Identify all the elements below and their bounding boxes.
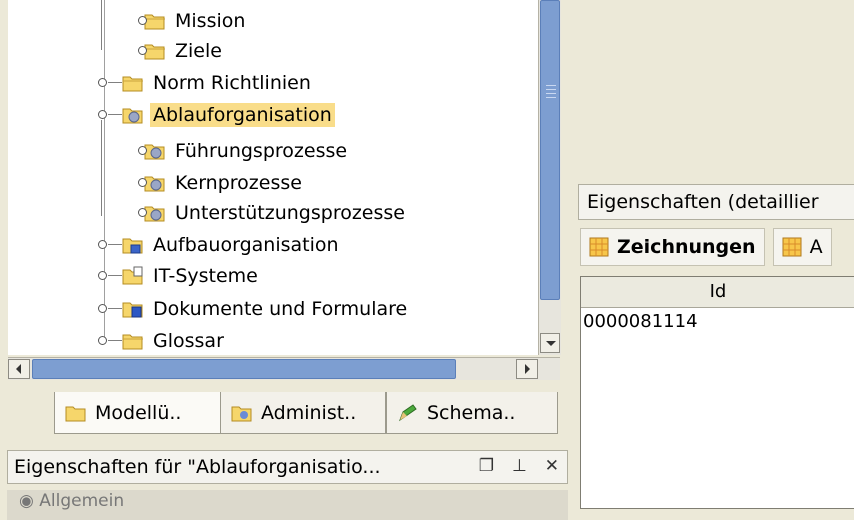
- tree-node-glossar[interactable]: Glossar: [98, 326, 227, 355]
- tree-node-norm-richtlinien[interactable]: Norm Richtlinien: [98, 68, 314, 98]
- tree-node-label: Dokumente und Formulare: [153, 298, 408, 320]
- drawings-table: Id 0000081114: [580, 276, 854, 509]
- grip-line: [546, 93, 556, 94]
- radio-icon: ◉: [19, 491, 40, 511]
- tree-node-ablauforganisation[interactable]: Ablauforganisation: [98, 100, 335, 130]
- scroll-left-button[interactable]: [8, 359, 30, 379]
- horizontal-scroll-thumb[interactable]: [32, 359, 456, 379]
- tree-line: [101, 120, 102, 216]
- expand-icon[interactable]: [138, 178, 147, 187]
- grip-line: [546, 85, 556, 86]
- doc-folder-icon: [122, 302, 143, 318]
- toolbar: Zeichnungen A: [580, 228, 832, 268]
- tree-line: [101, 0, 102, 50]
- expand-icon[interactable]: [138, 208, 147, 217]
- admin-folder-icon: [231, 406, 252, 421]
- tree-node-label: Mission: [175, 10, 246, 32]
- tree-horizontal-scrollbar[interactable]: [8, 357, 560, 380]
- grip-line: [546, 97, 556, 98]
- tree-line: [108, 244, 122, 245]
- chevron-left-icon: [16, 364, 21, 374]
- scroll-right-button[interactable]: [516, 359, 538, 379]
- tree-node-dokumente-und-formulare[interactable]: Dokumente und Formulare: [98, 294, 410, 324]
- expand-icon[interactable]: [98, 240, 107, 249]
- right-panel: Eigenschaften (detaillier Zeichnungen A …: [572, 0, 854, 509]
- folder-icon: [65, 406, 86, 421]
- tab-label: Modellü..: [95, 401, 182, 424]
- model-tree[interactable]: Mission Ziele Norm Richtlinien Ablauforg…: [8, 0, 538, 355]
- folder-icon: [144, 44, 165, 60]
- expand-icon[interactable]: [98, 304, 107, 313]
- tree-line: [108, 340, 122, 341]
- tree-node-label: Kernprozesse: [175, 172, 302, 194]
- tree-node-mission[interactable]: Mission: [138, 6, 248, 36]
- expand-icon[interactable]: [98, 336, 107, 345]
- process-folder-icon: [122, 108, 143, 124]
- editor-area: [572, 0, 854, 180]
- tab-label: Schema..: [427, 401, 516, 424]
- tree-node-ziele[interactable]: Ziele: [138, 36, 225, 66]
- tree-vertical-scrollbar[interactable]: [538, 0, 561, 355]
- tree-node-aufbauorganisation[interactable]: Aufbauorganisation: [98, 230, 342, 260]
- section-label: Allgemein: [39, 491, 125, 511]
- restore-icon[interactable]: ❐: [479, 456, 494, 476]
- folder-icon: [122, 334, 143, 350]
- expand-icon[interactable]: [98, 78, 107, 87]
- second-button-label: A: [809, 236, 823, 258]
- folder-icon: [122, 76, 143, 92]
- drawings-label: Zeichnungen: [617, 236, 756, 258]
- tree-node-label: Ziele: [175, 40, 222, 62]
- tree-node-unterstuetzungsprozesse[interactable]: Unterstützungsprozesse: [138, 198, 408, 228]
- chevron-right-icon: [525, 364, 530, 374]
- tree-node-it-systeme[interactable]: IT-Systeme: [98, 261, 261, 291]
- left-panel: Mission Ziele Norm Richtlinien Ablauforg…: [0, 0, 572, 520]
- tree-node-label: Unterstützungsprozesse: [175, 202, 405, 224]
- tree-node-label-selected: Ablauforganisation: [150, 103, 335, 127]
- tree-node-label: Aufbauorganisation: [153, 234, 339, 256]
- table-icon: [782, 237, 802, 257]
- tree-line: [108, 275, 122, 276]
- it-folder-icon: [122, 266, 143, 285]
- column-header-id[interactable]: Id: [581, 277, 854, 308]
- collapse-icon[interactable]: [98, 110, 107, 119]
- tree-line: [108, 82, 122, 83]
- expand-icon[interactable]: [98, 271, 107, 280]
- pin-icon[interactable]: ⊥: [512, 456, 527, 476]
- drawings-button[interactable]: Zeichnungen: [580, 228, 765, 266]
- tree-line: [108, 114, 122, 115]
- close-icon[interactable]: ✕: [545, 456, 559, 476]
- chevron-down-icon: [546, 341, 556, 346]
- tree-node-label: Norm Richtlinien: [153, 72, 311, 94]
- tab-label: Administ..: [261, 401, 357, 424]
- second-toolbar-button[interactable]: A: [772, 228, 832, 266]
- scroll-down-button[interactable]: [540, 333, 560, 353]
- process-folder-icon: [144, 144, 165, 160]
- section-allgemein[interactable]: ◉ Allgemein: [7, 490, 568, 520]
- tab-administration[interactable]: Administ..: [220, 392, 386, 434]
- properties-title: Eigenschaften für "Ablauforganisatio...: [14, 456, 381, 478]
- process-folder-icon: [144, 206, 165, 222]
- tree-node-fuehrungsprozesse[interactable]: Führungsprozesse: [138, 136, 350, 166]
- detailed-properties-header: Eigenschaften (detaillier: [578, 184, 854, 220]
- expand-icon[interactable]: [138, 16, 147, 25]
- grip-line: [546, 89, 556, 90]
- expand-icon[interactable]: [138, 46, 147, 55]
- tab-schema[interactable]: Schema..: [386, 392, 558, 434]
- tree-node-label: Glossar: [153, 330, 224, 352]
- expand-icon[interactable]: [138, 146, 147, 155]
- tree-node-label: IT-Systeme: [153, 265, 258, 287]
- table-row[interactable]: 0000081114: [581, 311, 698, 332]
- properties-panel-header: Eigenschaften für "Ablauforganisatio... …: [7, 450, 568, 484]
- tree-node-label: Führungsprozesse: [175, 140, 348, 162]
- process-folder-icon: [144, 176, 165, 192]
- vertical-scroll-thumb[interactable]: [540, 0, 560, 300]
- folder-icon: [144, 14, 165, 30]
- tree-line: [108, 308, 122, 309]
- detailed-properties-title: Eigenschaften (detaillier: [587, 191, 819, 213]
- pencil-icon: [398, 403, 417, 421]
- table-icon: [589, 237, 609, 257]
- tab-modelluebersicht[interactable]: Modellü..: [54, 392, 222, 434]
- org-folder-icon: [122, 238, 143, 254]
- tree-node-kernprozesse[interactable]: Kernprozesse: [138, 168, 305, 198]
